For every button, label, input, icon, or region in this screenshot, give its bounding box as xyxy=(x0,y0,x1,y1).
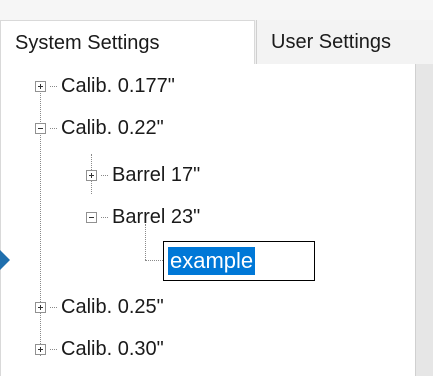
tree-node-label[interactable]: Calib. 0.22" xyxy=(61,117,164,140)
tree-node-label[interactable]: Barrel 23" xyxy=(112,206,200,229)
current-row-arrow-icon xyxy=(0,250,10,270)
tab-strip: System Settings User Settings xyxy=(0,20,433,64)
node-rename-input[interactable]: example xyxy=(163,241,315,281)
expand-plus-icon[interactable] xyxy=(86,169,97,181)
collapse-minus-icon[interactable] xyxy=(86,211,97,223)
expand-plus-icon[interactable] xyxy=(35,301,46,313)
tree-node-calib-022[interactable]: Calib. 0.22" xyxy=(35,112,164,144)
settings-tree-panel: Calib. 0.177" Calib. 0.22" Barrel 17" Ba… xyxy=(0,64,416,376)
tree-connector-line xyxy=(145,260,163,261)
expand-plus-icon[interactable] xyxy=(35,80,46,92)
tree-node-calib-0177[interactable]: Calib. 0.177" xyxy=(35,70,175,102)
tree-dash xyxy=(101,216,108,218)
tree-dash xyxy=(50,306,57,308)
tree-node-calib-030[interactable]: Calib. 0.30" xyxy=(35,333,164,365)
tab-system-settings[interactable]: System Settings xyxy=(0,20,255,64)
collapse-minus-icon[interactable] xyxy=(35,122,46,134)
tree-dash xyxy=(50,85,57,87)
tree-node-label[interactable]: Calib. 0.25" xyxy=(61,296,164,319)
tab-user-settings[interactable]: User Settings xyxy=(256,20,433,64)
window-top-strip xyxy=(0,0,433,20)
tree-node-barrel-17[interactable]: Barrel 17" xyxy=(86,159,200,191)
tree-node-label[interactable]: Calib. 0.30" xyxy=(61,338,164,361)
tree-node-calib-025[interactable]: Calib. 0.25" xyxy=(35,291,164,323)
vertical-scrollbar[interactable] xyxy=(415,64,433,376)
tree-node-label[interactable]: Barrel 17" xyxy=(112,164,200,187)
tree-dash xyxy=(50,348,57,350)
expand-plus-icon[interactable] xyxy=(35,343,46,355)
tree-dash xyxy=(101,174,108,176)
tree-node-barrel-23[interactable]: Barrel 23" xyxy=(86,201,200,233)
tree-dash xyxy=(50,127,57,129)
selected-text[interactable]: example xyxy=(168,247,256,275)
tree-node-label[interactable]: Calib. 0.177" xyxy=(61,75,175,98)
